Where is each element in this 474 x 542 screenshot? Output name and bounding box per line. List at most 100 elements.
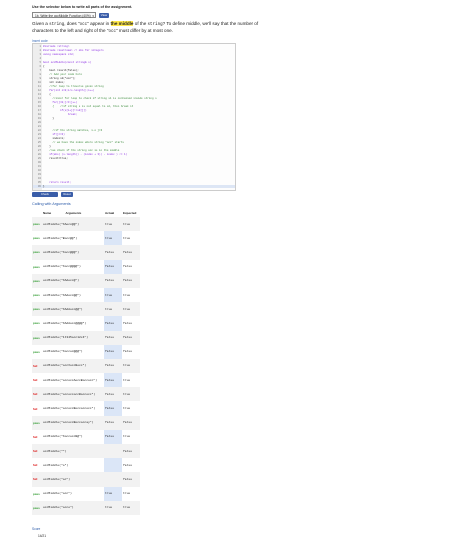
actual-value: true xyxy=(104,486,122,501)
score-label: Score xyxy=(32,527,41,531)
actual-value: true xyxy=(104,217,122,232)
table-row: pass occMiddle("occ") true true xyxy=(32,486,140,501)
line-number: 7 xyxy=(39,69,41,72)
prompt-text: " appear in xyxy=(87,21,111,26)
prompt-text: Given a xyxy=(32,21,50,26)
code-line: 1 #include <string> xyxy=(33,45,69,48)
code-line: 10 int index; xyxy=(33,81,65,84)
code-line: 32 xyxy=(33,169,43,172)
test-call: occMiddle("occ") xyxy=(43,492,72,496)
code-line: 23 if(j==3) xyxy=(33,133,65,136)
code-line: 25 // we have the index where string "oc… xyxy=(33,141,124,144)
reset-button[interactable]: Reset xyxy=(61,192,73,197)
instructions-text: Use the selector below to write all part… xyxy=(32,5,133,9)
code-line: 16 { //if string s is not equal to s2, t… xyxy=(33,105,133,108)
test-status: pass xyxy=(32,273,42,288)
code-line: 12 for(int i=0;i<s.length();i++) xyxy=(33,89,95,92)
line-number: 30 xyxy=(37,161,41,164)
code-text: if(j==3) xyxy=(43,133,65,136)
actual-value: false xyxy=(104,358,122,374)
line-number: 28 xyxy=(37,153,41,156)
line-number: 16 xyxy=(37,105,41,108)
actual-value: true xyxy=(104,287,122,303)
code-line: 3 using namespace std; xyxy=(33,53,74,56)
test-call: occMiddle("Xocc@@@") xyxy=(42,245,104,260)
test-call: occMiddle("Xocc@@@@") xyxy=(43,265,81,269)
test-status: pass xyxy=(32,302,42,317)
table-row: pass occMiddle("1t345occ12x4") false false xyxy=(32,330,140,345)
expected-header: Expected xyxy=(123,210,137,215)
test-call: occMiddle("XAAAocc@@@@") xyxy=(43,321,87,325)
line-number: 3 xyxy=(39,53,41,56)
test-call: occMiddle("") xyxy=(42,444,104,459)
action-buttons: Check Reset xyxy=(32,192,73,197)
actual-value: false xyxy=(104,429,122,444)
code-text: break; xyxy=(43,113,78,116)
code-line: 30 xyxy=(33,161,43,164)
actual-header: Actual xyxy=(105,210,115,215)
line-number: 17 xyxy=(37,109,41,112)
line-number: 19 xyxy=(37,117,41,120)
line-number: 33 xyxy=(37,173,41,176)
test-call: occMiddle("Bocc@@") xyxy=(43,236,78,240)
test-call: occMiddle("oc") xyxy=(42,472,104,487)
code-text: //for loop to traverse given string xyxy=(43,85,104,88)
actual-value: false xyxy=(104,415,122,430)
line-number: 23 xyxy=(37,133,41,136)
code-text: result=true; xyxy=(43,157,68,160)
expected-value: false xyxy=(122,273,140,288)
table-row: pass occMiddle("Xoccoc@@@") false false xyxy=(32,344,140,359)
line-number: 6 xyxy=(39,65,41,68)
test-status: pass xyxy=(33,264,40,269)
expected-value: true xyxy=(123,378,131,382)
code-text: return result; xyxy=(43,181,72,184)
code-line: 29 result=true; xyxy=(33,157,68,160)
actual-value: false xyxy=(104,401,122,416)
table-row: fail occMiddle("occoccAoccBoccocc") false t… xyxy=(32,373,140,388)
line-number: 10 xyxy=(37,81,41,84)
code-line: 11 //for loop to traverse given string xyxy=(33,85,104,88)
test-status: fail xyxy=(33,434,38,439)
expected-value: true xyxy=(122,500,140,515)
table-row: pass occMiddle("XAAAocc@@@@") false false xyxy=(32,316,140,331)
test-call: occMiddle("XAAocc@") xyxy=(42,273,104,288)
view-button[interactable]: View xyxy=(99,12,109,18)
code-editor[interactable]: 1 #include <string> 2 #include <iostream> /… xyxy=(32,43,236,191)
expected-value: false xyxy=(122,330,140,345)
line-number: 5 xyxy=(39,61,41,64)
expected-value: false xyxy=(123,265,133,269)
actual-value: false xyxy=(104,330,122,345)
line-number: 26 xyxy=(37,145,41,148)
line-number: 32 xyxy=(37,169,41,172)
test-status: fail xyxy=(32,444,42,459)
prompt-code: occ xyxy=(108,30,116,35)
test-status: pass xyxy=(32,330,42,345)
actual-value xyxy=(104,458,122,473)
prompt-code: string xyxy=(147,23,163,27)
chevron-down-icon: ▾ xyxy=(92,14,94,18)
line-number: 22 xyxy=(37,129,41,132)
results-body: pass occMiddle("XAocc@@") true true pass occM… xyxy=(32,217,140,515)
test-call: occMiddle("1t345occ12x4") xyxy=(42,330,104,345)
table-row: pass occMiddle("XAAocc@@") true true xyxy=(32,287,140,303)
check-button[interactable]: Check xyxy=(32,192,58,197)
prompt-text: " must differ by at most one. xyxy=(116,28,173,34)
code-text: //inner for loop to check if string s1 i… xyxy=(43,97,157,100)
code-text: if(abs( (s.length() - (index + 3)) - ind… xyxy=(43,153,128,156)
actual-value xyxy=(104,472,122,487)
code-line: 2 #include <iostream> // obs for integers xyxy=(33,49,103,52)
actual-value: false xyxy=(104,259,122,274)
code-text: #include <string> xyxy=(43,45,70,48)
table-row: fail occMiddle("occXoccBocc") false true xyxy=(32,358,140,374)
test-call: occMiddle("XAAAocc@@") xyxy=(42,302,104,317)
table-row: pass occMiddle("occo") true true xyxy=(32,500,140,515)
part-selector[interactable]: 1b. Write the occMiddle Function (40%) ▾ xyxy=(32,12,96,18)
prompt-highlight: the middle xyxy=(110,21,134,26)
code-text: } xyxy=(43,145,51,148)
test-status: fail xyxy=(33,378,38,383)
code-line: 22 //if the string matches, i.e j=3 xyxy=(33,129,102,132)
table-row: pass occMiddle("XAAocc@") false false xyxy=(32,273,140,288)
table-row: fail occMiddle("") false xyxy=(32,444,140,459)
expected-value: false xyxy=(123,463,133,467)
table-title: Calling with Arguments xyxy=(32,202,71,206)
